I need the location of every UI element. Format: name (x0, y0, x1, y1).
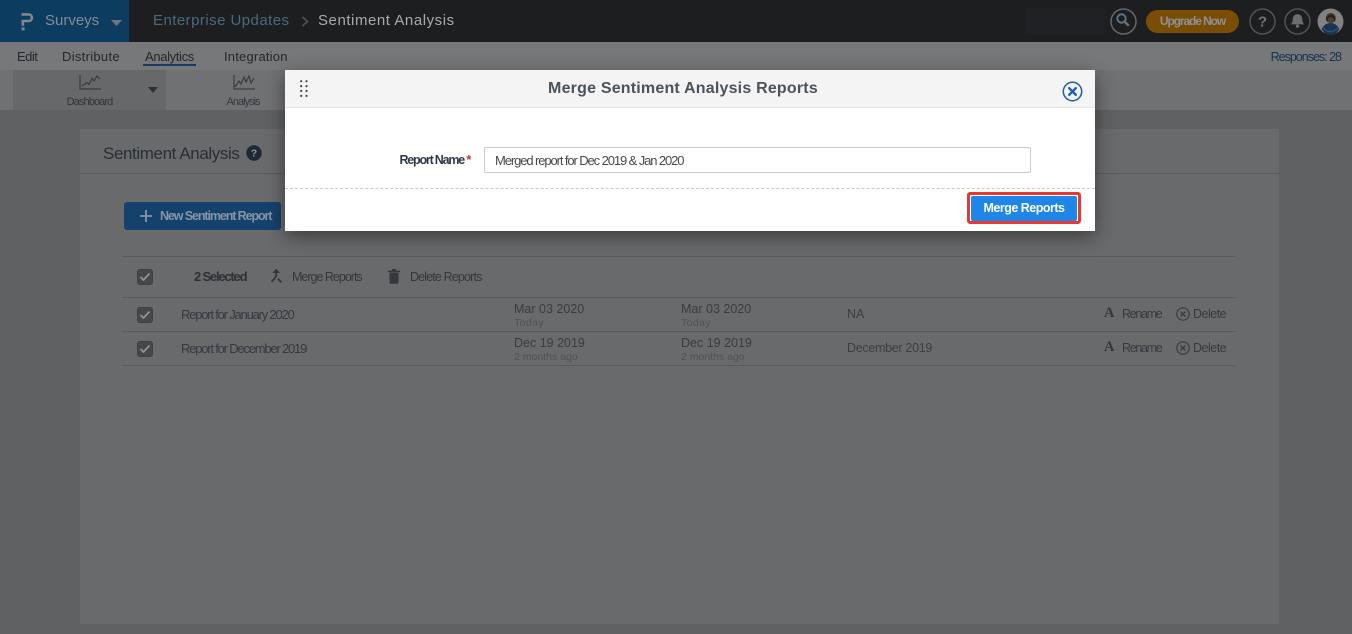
svg-text:?: ? (251, 148, 257, 160)
svg-text:?: ? (1258, 14, 1267, 31)
